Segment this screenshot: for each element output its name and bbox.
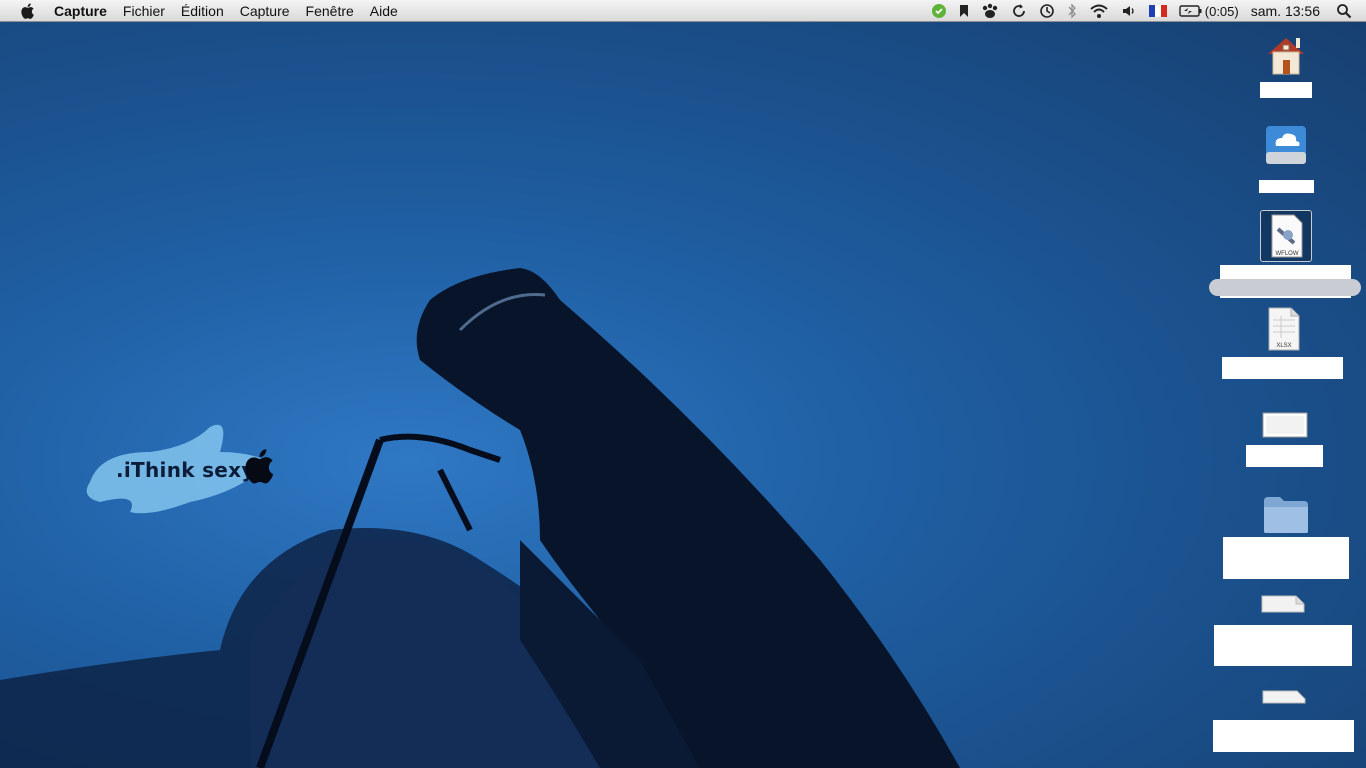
- menu-bar-extras: (0:05) sam. 13:56: [925, 0, 1366, 22]
- desktop-item-label: [1258, 180, 1314, 193]
- desktop-item-xlsx[interactable]: XLSX: [1222, 305, 1343, 379]
- menu-aide[interactable]: Aide: [362, 0, 406, 22]
- menu-edition[interactable]: Édition: [173, 0, 232, 22]
- battery-icon: [1179, 5, 1202, 17]
- paw-status-item[interactable]: [975, 0, 1005, 22]
- xlsx-file-icon: XLSX: [1259, 305, 1307, 353]
- evernote-icon: [931, 4, 946, 18]
- bluetooth-status-item[interactable]: [1061, 0, 1083, 22]
- wifi-icon: [1090, 4, 1108, 18]
- folder-icon: [1262, 490, 1310, 538]
- desktop-item-label: [1223, 537, 1349, 579]
- menu-capture[interactable]: Capture: [232, 0, 298, 22]
- file-badge: XLSX: [1276, 343, 1291, 349]
- desktop-item-label: [1246, 445, 1323, 467]
- desktop-item-icloud[interactable]: [1256, 120, 1316, 193]
- home-folder-icon: [1262, 30, 1310, 78]
- time-machine-icon: [1039, 4, 1054, 18]
- time-machine-status-item[interactable]: [1033, 0, 1061, 22]
- desktop-item-home[interactable]: [1258, 30, 1314, 98]
- bookmark-status-item[interactable]: [953, 0, 975, 22]
- ithink-logo: .iThink sexy: [80, 422, 290, 522]
- menu-bar-left: Capture Fichier Édition Capture Fenêtre …: [0, 0, 406, 22]
- rename-pill: [1209, 279, 1361, 296]
- bluetooth-icon: [1068, 3, 1076, 19]
- menu-fenetre[interactable]: Fenêtre: [298, 0, 362, 22]
- battery-status-item[interactable]: (0:05): [1173, 0, 1245, 22]
- desktop-item-document-1[interactable]: [1214, 590, 1352, 666]
- file-badge: WFLOW: [1275, 251, 1298, 257]
- search-icon: [1337, 4, 1352, 19]
- input-source-status-item[interactable]: [1143, 0, 1173, 22]
- menu-fichier[interactable]: Fichier: [115, 0, 173, 22]
- desktop-item-folder[interactable]: [1223, 490, 1349, 579]
- apple-logo-icon: [245, 449, 274, 484]
- french-flag-icon: [1148, 5, 1167, 17]
- logo-text: .iThink sexy: [116, 458, 255, 482]
- wallpaper-silhouette: [0, 268, 960, 768]
- desktop-item-label: [1222, 357, 1343, 379]
- wifi-status-item[interactable]: [1083, 0, 1115, 22]
- desktop-item-image[interactable]: [1246, 400, 1323, 467]
- bookmark-icon: [959, 5, 968, 17]
- desktop-item-label: [1260, 82, 1312, 98]
- document-file-icon: [1259, 590, 1307, 616]
- apple-icon: [21, 2, 34, 19]
- desktop-item-label: [1214, 625, 1352, 666]
- desktop-item-document-2[interactable]: [1213, 684, 1354, 752]
- battery-time: (0:05): [1204, 3, 1239, 19]
- workflow-file-icon: WFLOW: [1259, 210, 1312, 262]
- desktop-item-label: [1213, 720, 1354, 752]
- icloud-drive-icon: [1262, 120, 1310, 168]
- image-file-icon: [1261, 400, 1309, 448]
- desktop-wallpaper: .iThink sexy: [0, 22, 1366, 768]
- document-file-icon-2: [1260, 684, 1308, 706]
- volume-status-item[interactable]: [1115, 0, 1143, 22]
- sync-status-item[interactable]: [1005, 0, 1033, 22]
- evernote-status-item[interactable]: [925, 0, 953, 22]
- menu-bar: Capture Fichier Édition Capture Fenêtre …: [0, 0, 1366, 22]
- spotlight-button[interactable]: [1330, 0, 1366, 22]
- paw-icon: [982, 3, 997, 18]
- apple-menu-button[interactable]: [0, 0, 54, 22]
- clock[interactable]: sam. 13:56: [1245, 0, 1330, 22]
- sync-icon: [1012, 4, 1025, 17]
- app-menu-capture[interactable]: Capture: [54, 0, 115, 22]
- volume-icon: [1122, 6, 1134, 16]
